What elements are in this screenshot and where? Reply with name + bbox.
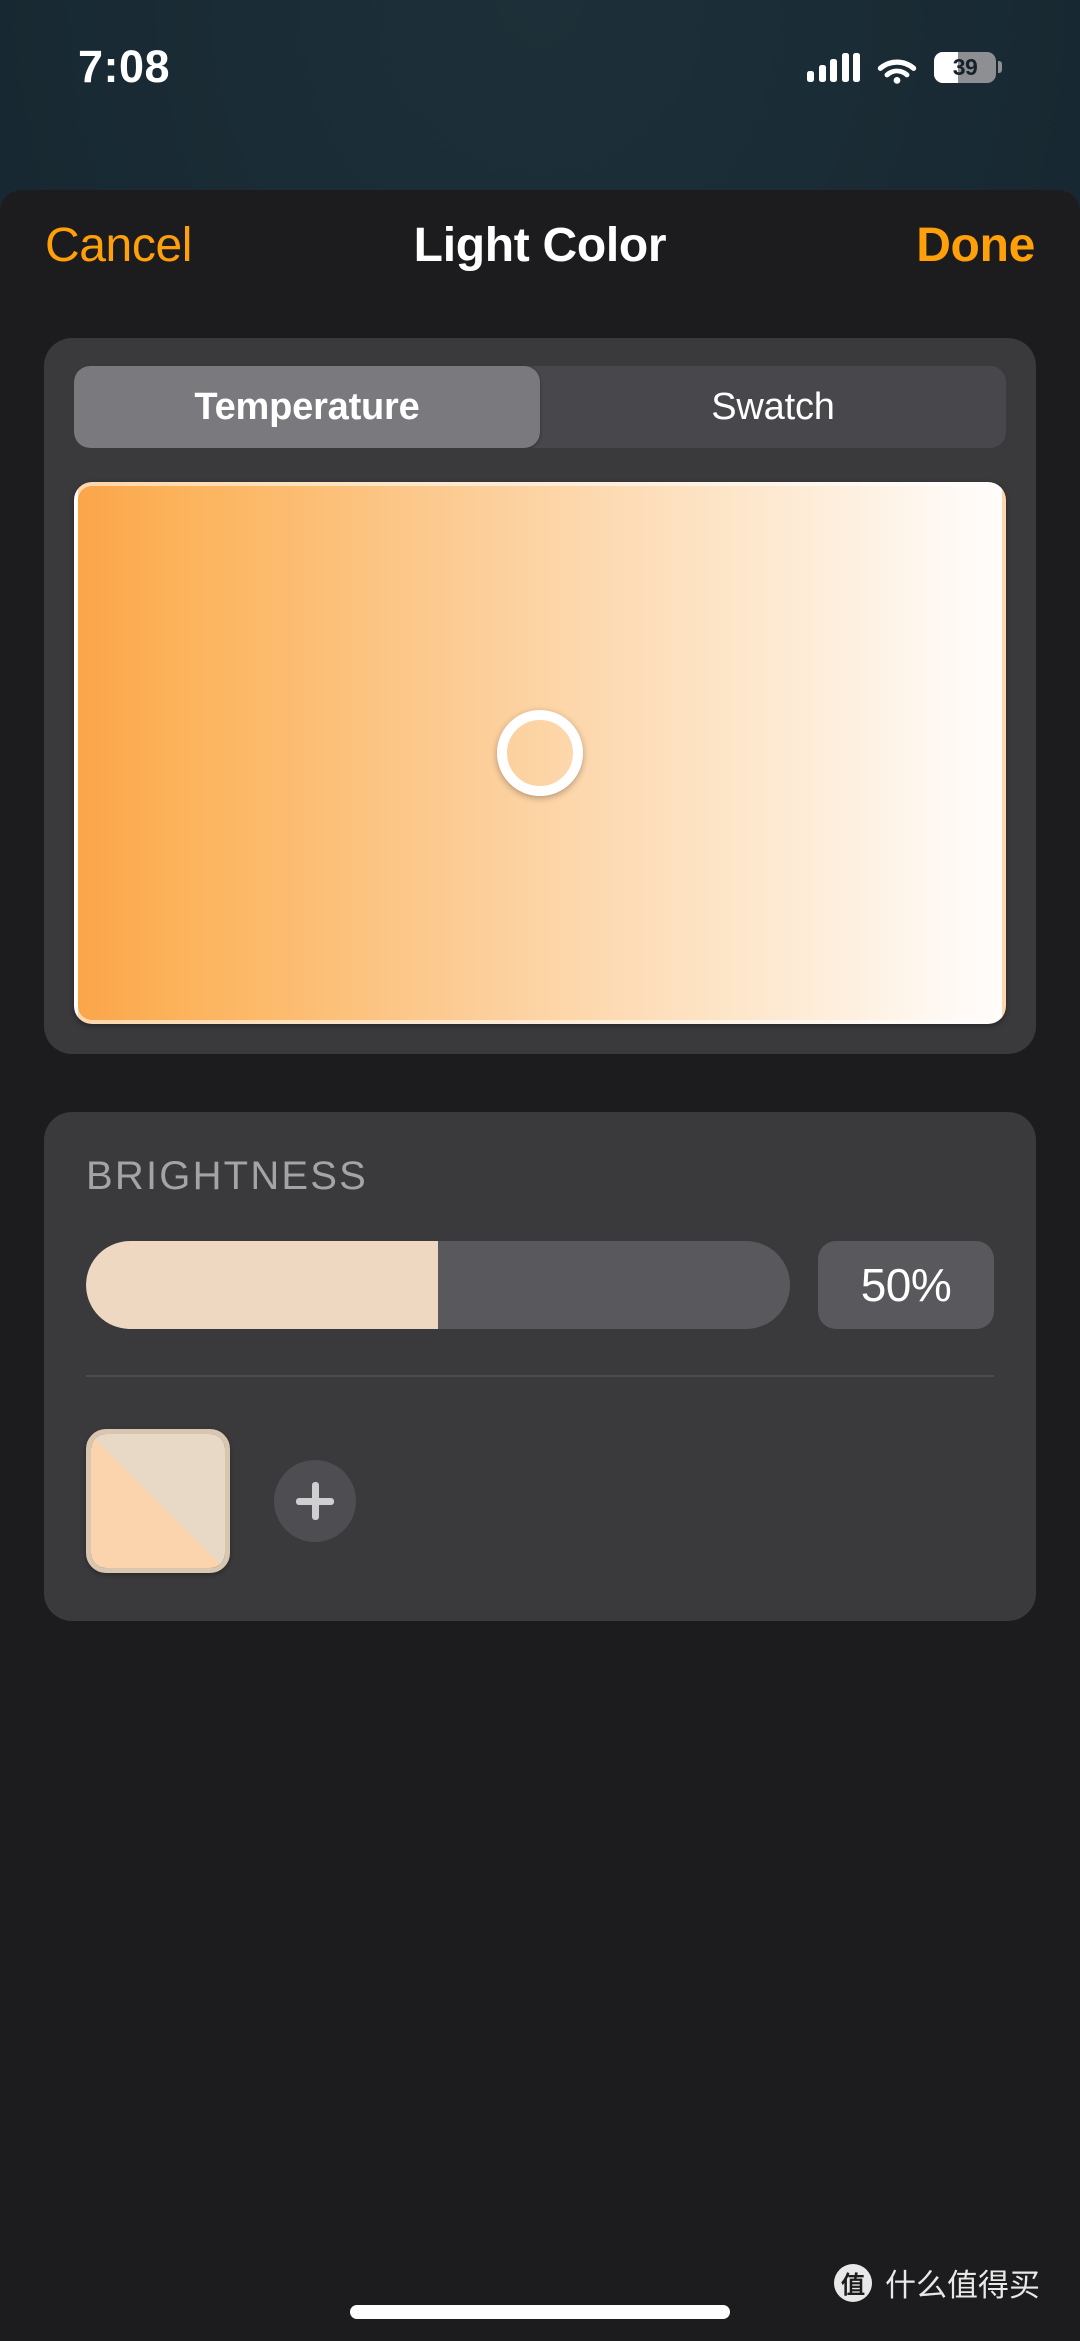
watermark: 值 什么值得买 (834, 2260, 1040, 2305)
battery-tip (998, 61, 1002, 73)
plus-icon[interactable] (274, 1460, 356, 1542)
status-bar-clock: 7:08 (78, 41, 171, 92)
watermark-text: 什么值得买 (885, 2268, 1040, 2304)
section-divider (86, 1375, 994, 1377)
brightness-slider[interactable] (86, 1241, 790, 1329)
cancel-button[interactable]: Cancel (45, 218, 192, 273)
battery-percent-label: 39 (952, 53, 978, 80)
wifi-icon (876, 52, 918, 84)
color-picker-handle-icon[interactable] (497, 710, 583, 796)
brightness-value-readout: 50% (818, 1241, 994, 1329)
tab-swatch[interactable]: Swatch (540, 366, 1006, 448)
watermark-logo: 值 (834, 2263, 872, 2302)
modal-nav-bar: Cancel Light Color Done (0, 190, 1080, 300)
cellular-signal-icon (807, 52, 860, 82)
brightness-section-label: BRIGHTNESS (86, 1154, 369, 1198)
brightness-slider-fill (86, 1241, 438, 1329)
home-indicator[interactable] (350, 2305, 730, 2319)
brightness-control-row: 50% (86, 1241, 994, 1329)
color-mode-segmented-control[interactable]: Temperature Swatch (74, 366, 1006, 448)
battery-indicator: 39 (934, 51, 1002, 83)
brightness-card: BRIGHTNESS 50% (44, 1112, 1036, 1621)
tab-temperature[interactable]: Temperature (74, 366, 540, 448)
status-bar-indicators: 39 (807, 51, 1002, 84)
swatch-bottom-half (91, 1434, 225, 1568)
temperature-gradient-picker[interactable] (74, 482, 1006, 1024)
saved-color-swatch[interactable] (86, 1429, 230, 1573)
status-bar: 7:08 39 (0, 0, 1080, 120)
color-selection-card: Temperature Swatch (44, 338, 1036, 1054)
done-button[interactable]: Done (916, 218, 1035, 273)
light-color-modal-sheet: Cancel Light Color Done Temperature Swat… (0, 190, 1080, 2341)
swatch-row (86, 1429, 994, 1573)
